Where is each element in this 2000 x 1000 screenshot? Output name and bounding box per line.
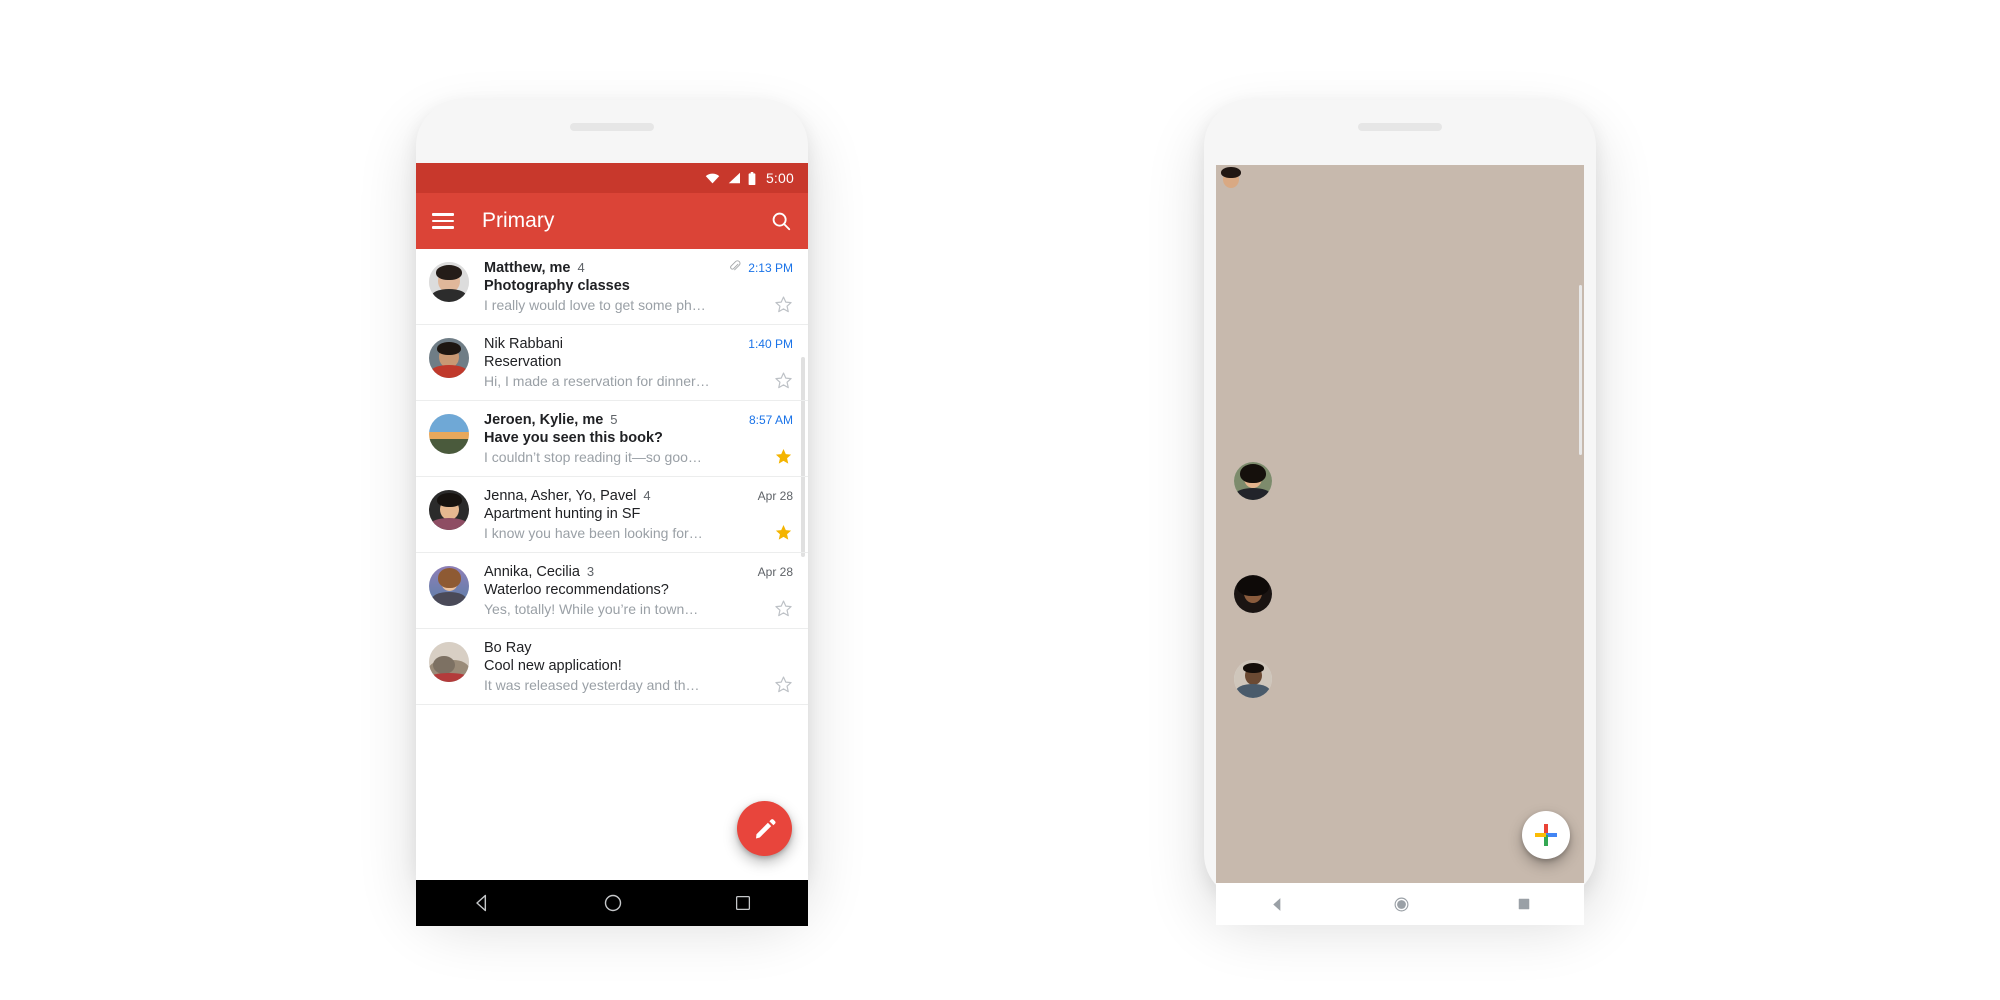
avatar (429, 414, 469, 454)
avatar (429, 566, 469, 606)
app-bar-left: Primary (416, 193, 808, 249)
email-subject: Have you seen this book? (484, 430, 663, 446)
attachment-icon (730, 260, 741, 271)
wifi-icon (705, 173, 720, 183)
screenshot-canvas: 5:00 Primary Matthew, me 4 2:13 PM Photo… (0, 0, 2000, 1000)
timestamp: Apr 28 (757, 489, 793, 503)
list-scrollbar[interactable] (1579, 285, 1582, 455)
signal-icon (728, 172, 740, 184)
email-snippet: Yes, totally! While you’re in town… (484, 600, 699, 617)
phone-device-left: 5:00 Primary Matthew, me 4 2:13 PM Photo… (416, 100, 808, 926)
avatar (429, 490, 469, 530)
android-nav-bar-left (416, 880, 808, 926)
compose-fab[interactable] (1522, 811, 1570, 859)
avatar (429, 642, 469, 682)
sender-names: Jeroen, Kylie, me (484, 412, 604, 428)
table-row[interactable]: Annika, Cecilia 3 Apr 28 Waterloo recomm… (416, 553, 808, 629)
table-row[interactable]: Nik Rabbani 1:40 PM Reservation Hi, I ma… (416, 325, 808, 401)
home-circle-icon[interactable] (603, 893, 623, 913)
google-plus-icon (1535, 824, 1557, 846)
table-row[interactable]: Matthew, me 4 2:13 PM Photography classe… (416, 249, 808, 325)
email-snippet: I know you have been looking for… (484, 524, 703, 541)
email-subject: Reservation (484, 354, 562, 370)
star-icon[interactable] (774, 523, 793, 542)
timestamp: Apr 28 (757, 565, 793, 579)
back-triangle-icon[interactable] (472, 893, 492, 913)
star-icon[interactable] (774, 447, 793, 466)
table-row[interactable]: Jenna, Asher, Yo, Pavel 4 Apr 28 Apartme… (416, 477, 808, 553)
battery-icon (748, 171, 756, 185)
compose-fab[interactable] (737, 801, 792, 856)
recents-square-icon[interactable] (1517, 897, 1531, 911)
pencil-icon (755, 818, 775, 838)
earpiece-speaker (1358, 123, 1442, 131)
account-avatar[interactable] (1216, 165, 1584, 925)
search-icon[interactable] (770, 210, 792, 232)
timestamp: 8:57 AM (748, 413, 793, 427)
table-row[interactable]: Bo Ray Cool new application! It was rele… (416, 629, 808, 705)
recents-square-icon[interactable] (734, 894, 752, 912)
thread-count: 3 (586, 564, 595, 579)
home-circle-icon[interactable] (1393, 896, 1410, 913)
star-icon[interactable] (774, 295, 793, 314)
hamburger-menu-icon[interactable] (432, 213, 454, 229)
thread-count: 4 (643, 488, 651, 503)
phone-screen-right: 5:00 Search mail PRIMARY (1216, 165, 1584, 925)
email-snippet: I couldn’t stop reading it—so goo… (484, 448, 702, 465)
table-row[interactable]: Jeroen, Kylie, me 5 8:57 AM Have you see… (416, 401, 808, 477)
star-icon[interactable] (774, 599, 793, 618)
avatar (429, 338, 469, 378)
search-bar[interactable]: Search mail (1216, 165, 1584, 925)
sender-names: Jenna, Asher, Yo, Pavel (484, 488, 637, 504)
email-list-left[interactable]: Matthew, me 4 2:13 PM Photography classe… (416, 249, 808, 880)
phone-device-right: 5:00 Search mail PRIMARY (1204, 100, 1596, 925)
android-nav-bar-right (1216, 883, 1584, 925)
phone-screen-left: 5:00 Primary Matthew, me 4 2:13 PM Photo… (416, 163, 808, 926)
star-icon[interactable] (774, 675, 793, 694)
email-subject: Apartment hunting in SF (484, 506, 641, 522)
email-snippet: It was released yesterday and th… (484, 676, 700, 693)
status-bar-time: 5:00 (765, 170, 794, 186)
sender-names: Matthew, me (484, 260, 571, 276)
back-triangle-icon[interactable] (1269, 896, 1286, 913)
sender-names: Annika, Cecilia (484, 564, 580, 580)
email-subject: Photography classes (484, 278, 630, 294)
page-title: Primary (482, 209, 555, 232)
email-snippet: I really would love to get some ph… (484, 296, 706, 313)
thread-count: 4 (577, 260, 585, 275)
sender-names: Nik Rabbani (484, 336, 563, 352)
thread-count: 5 (610, 412, 618, 427)
avatar (1234, 462, 1272, 500)
sender-names: Bo Ray (484, 640, 532, 656)
status-bar-left: 5:00 (416, 163, 808, 193)
star-icon[interactable] (774, 371, 793, 390)
timestamp: 1:40 PM (748, 337, 793, 351)
avatar (429, 262, 469, 302)
email-subject: Waterloo recommendations? (484, 582, 669, 598)
earpiece-speaker (570, 123, 654, 131)
email-subject: Cool new application! (484, 658, 622, 674)
avatar (1234, 575, 1272, 613)
avatar (1234, 660, 1272, 698)
timestamp: 2:13 PM (748, 261, 793, 275)
email-snippet: Hi, I made a reservation for dinner… (484, 372, 710, 389)
